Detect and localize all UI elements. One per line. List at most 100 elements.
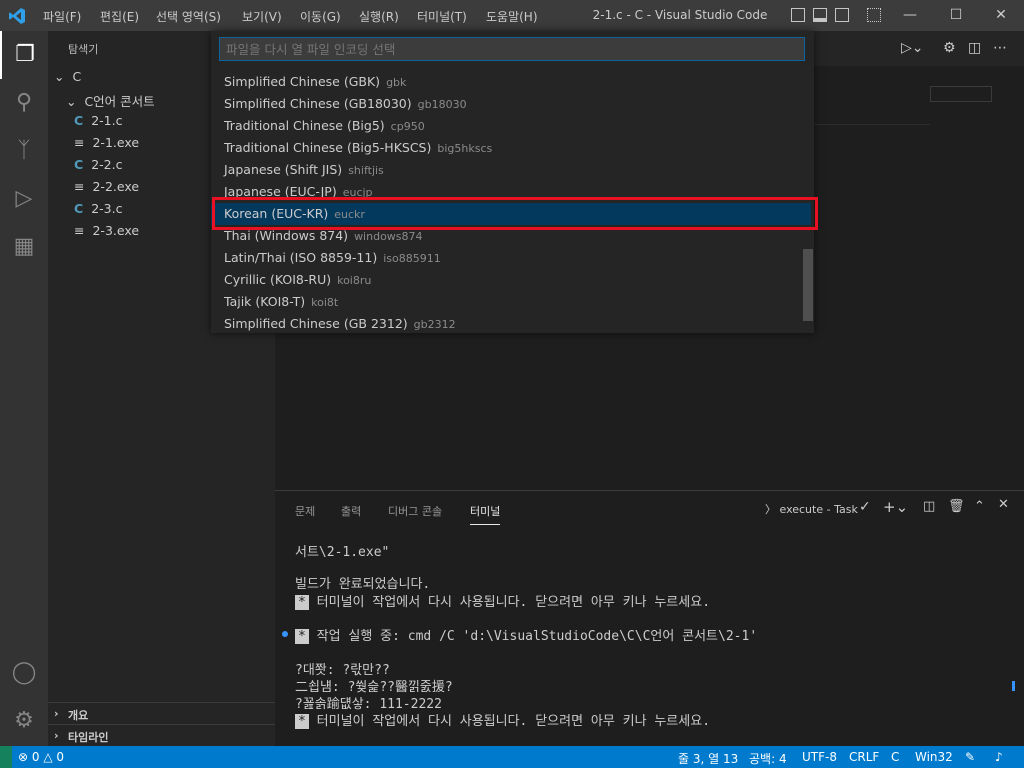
menu-run[interactable]: 실행(R) (359, 8, 399, 25)
item-label: Simplified Chinese (GB 2312) (224, 316, 408, 331)
file-item[interactable]: C 2-1.c (74, 113, 122, 128)
file-label: 2-2.c (91, 157, 123, 172)
search-icon[interactable]: ⚲ (0, 79, 48, 127)
indentation[interactable]: 공백: 4 (749, 750, 787, 767)
menu-terminal[interactable]: 터미널(T) (417, 8, 467, 25)
encoding[interactable]: UTF-8 (802, 750, 837, 764)
source-control-icon[interactable]: ᛉ (0, 127, 48, 175)
run-debug-icon[interactable]: ▷ (0, 175, 48, 223)
maximize-icon[interactable]: ☐ (933, 0, 979, 31)
minimize-icon[interactable]: — (887, 0, 933, 31)
tree-subfolder[interactable]: ⌄ C언어 콘서트 (66, 91, 155, 110)
extensions-icon[interactable]: ▦ (0, 223, 48, 271)
file-item[interactable]: ≡ 2-1.exe (74, 135, 139, 150)
timeline-section[interactable]: › 타임라인 (48, 724, 275, 747)
more-actions-icon[interactable]: ⋯ (993, 40, 1007, 56)
quick-pick-item[interactable]: Tajik (KOI8-T) koi8t (211, 291, 811, 313)
chevron-down-icon: ⌄ (66, 94, 77, 109)
menu-selection[interactable]: 선택 영역(S) (156, 8, 221, 25)
terminal-line: 서트\2-1.exe" (295, 545, 390, 560)
menu-help[interactable]: 도움말(H) (486, 8, 538, 25)
tab-problems[interactable]: 문제 (295, 503, 315, 519)
account-icon[interactable]: ◯ (0, 649, 48, 697)
settings-gear-icon[interactable]: ⚙ (0, 697, 48, 745)
toggle-secondary-sidebar-icon[interactable] (835, 8, 849, 22)
quick-pick-item[interactable]: Traditional Chinese (Big5) cp950 (211, 115, 811, 137)
language-mode[interactable]: C (891, 750, 899, 764)
terminal-line: * 터미널이 작업에서 다시 사용됩니다. 닫으려면 아무 키나 누르세요. (295, 710, 710, 729)
settings-icon[interactable]: ⚙ (943, 40, 956, 56)
close-icon[interactable]: ✕ (978, 0, 1024, 31)
terminal-task-selector[interactable]: 〉 execute - Task (765, 501, 858, 517)
minimap[interactable] (930, 86, 992, 102)
quick-pick-scrollbar[interactable] (803, 249, 813, 321)
tab-terminal[interactable]: 터미널 (470, 503, 501, 525)
menu-file[interactable]: 파일(F) (43, 8, 81, 25)
status-bar: ⊗ 0 △ 0 줄 3, 열 13 공백: 4 UTF-8 CRLF C Win… (0, 746, 1024, 768)
outline-section[interactable]: › 개요 (48, 702, 275, 725)
terminal-line: 빌드가 완료되었습니다. (295, 577, 431, 592)
feedback-icon[interactable]: ✎ (965, 750, 975, 764)
item-description: shiftjis (348, 164, 384, 177)
item-label: Tajik (KOI8-T) (224, 294, 306, 309)
quick-pick-item[interactable]: Simplified Chinese (GB 2312) gb2312 (211, 313, 811, 335)
check-icon[interactable]: ✓ (859, 499, 871, 515)
remote-indicator[interactable] (0, 746, 12, 768)
item-label: Simplified Chinese (GBK) (224, 74, 381, 89)
quick-pick-item[interactable]: Traditional Chinese (Big5-HKSCS) big5hksc… (211, 137, 811, 159)
item-description: cp950 (390, 120, 425, 133)
maximize-panel-icon[interactable]: ⌃ (974, 499, 985, 514)
menu-view[interactable]: 보기(V) (242, 8, 282, 25)
terminal-line: * 작업 실행 중: cmd /C 'd:\VisualStudioCode\C… (295, 625, 757, 644)
quick-pick-item[interactable]: Japanese (Shift JIS) shiftjis (211, 159, 811, 181)
chevron-down-icon: ⌄ (54, 69, 65, 84)
vscode-logo-icon (9, 8, 25, 24)
terminal-star-badge: * (295, 595, 309, 610)
item-label: Latin/Thai (ISO 8859-11) (224, 250, 378, 265)
quick-pick-item[interactable]: Latin/Thai (ISO 8859-11) iso885911 (211, 247, 811, 269)
outline-label: 개요 (68, 709, 89, 722)
subfolder-label: C언어 콘서트 (84, 94, 155, 109)
problems-status[interactable]: ⊗ 0 △ 0 (18, 750, 64, 764)
encoding-quick-pick: Simplified Chinese (GBK) gbk Simplified C… (211, 31, 814, 333)
item-label: Traditional Chinese (Big5) (224, 118, 385, 133)
trash-icon[interactable]: 🗑 (948, 499, 965, 514)
quick-pick-item[interactable]: Simplified Chinese (GBK) gbk (211, 71, 811, 93)
explorer-icon[interactable]: ❐ (0, 31, 48, 79)
tree-root-folder[interactable]: ⌄ C (54, 69, 81, 84)
toggle-panel-icon[interactable] (813, 8, 827, 22)
quick-pick-item[interactable]: Simplified Chinese (GB18030) gb18030 (211, 93, 811, 115)
item-label: Simplified Chinese (GB18030) (224, 96, 412, 111)
split-editor-icon[interactable]: ◫ (968, 40, 981, 56)
cursor-position[interactable]: 줄 3, 열 13 (678, 750, 738, 767)
toggle-primary-sidebar-icon[interactable] (791, 8, 805, 22)
file-item[interactable]: ≡ 2-2.exe (74, 179, 139, 194)
quick-pick-item[interactable]: Cyrillic (KOI8-RU) koi8ru (211, 269, 811, 291)
file-item[interactable]: ≡ 2-3.exe (74, 223, 139, 238)
exe-file-icon: ≡ (74, 223, 85, 238)
new-terminal-icon[interactable]: +⌄ (883, 498, 908, 516)
item-description: koi8t (311, 296, 339, 309)
sidebar-title: 탐색기 (68, 43, 99, 56)
customize-layout-icon[interactable] (867, 8, 881, 22)
c-file-icon: C (74, 157, 84, 172)
error-count: 0 (31, 750, 40, 764)
menu-go[interactable]: 이동(G) (300, 8, 341, 25)
item-description: windows874 (354, 230, 423, 243)
quick-pick-input[interactable] (219, 37, 805, 61)
end-of-line[interactable]: CRLF (849, 750, 879, 764)
item-label: Thai (Windows 874) (224, 228, 349, 243)
tab-debug-console[interactable]: 디버그 콘솔 (388, 503, 442, 519)
bottom-panel: 문제 출력 디버그 콘솔 터미널 〉 execute - Task ✓ +⌄ ◫… (275, 490, 1024, 746)
menu-edit[interactable]: 편집(E) (100, 8, 139, 25)
tab-output[interactable]: 출력 (341, 503, 361, 519)
notifications-bell-icon[interactable]: ♪ (995, 750, 1003, 764)
chevron-right-icon: › (54, 729, 59, 742)
file-item[interactable]: C 2-2.c (74, 157, 122, 172)
file-item[interactable]: C 2-3.c (74, 201, 122, 216)
platform[interactable]: Win32 (915, 750, 953, 764)
task-label: execute - Task (779, 503, 858, 516)
split-terminal-icon[interactable]: ◫ (923, 499, 935, 514)
run-code-icon[interactable]: ▷⌄ (901, 40, 924, 56)
close-panel-icon[interactable]: ✕ (998, 497, 1009, 512)
